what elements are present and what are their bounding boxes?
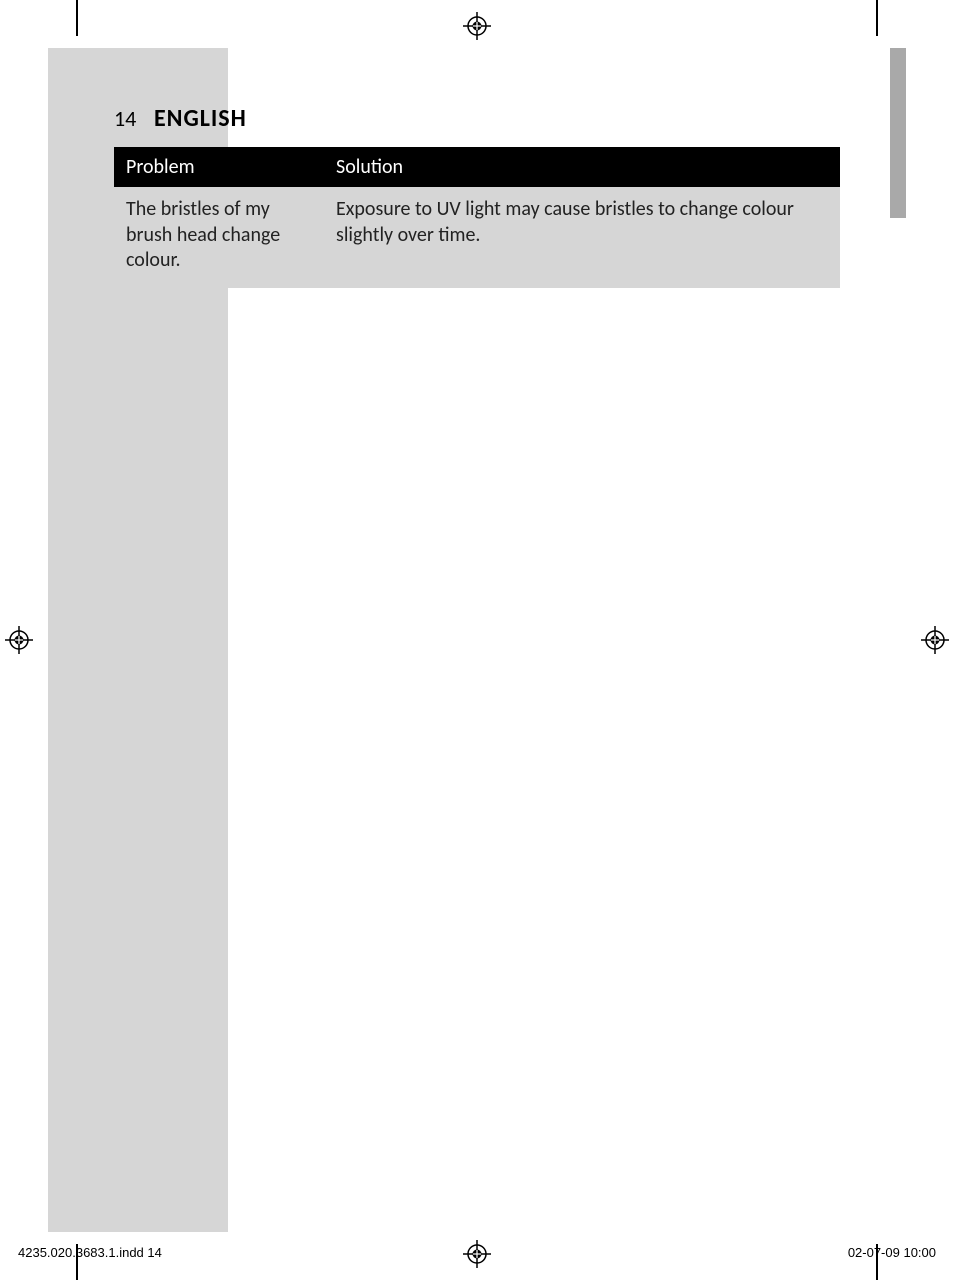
column-header-solution: Solution xyxy=(324,147,840,187)
crop-mark-top-left xyxy=(76,0,78,36)
cell-solution: Exposure to UV light may cause bristles … xyxy=(324,187,840,288)
footer-timestamp: 02-07-09 10:00 xyxy=(848,1245,936,1260)
table-header-row: Problem Solution xyxy=(114,147,840,187)
page-header: 14 ENGLISH xyxy=(114,104,840,133)
page-area: 14 ENGLISH Problem Solution The bristles… xyxy=(48,48,906,1232)
language-heading: ENGLISH xyxy=(154,104,247,133)
troubleshooting-table: Problem Solution The bristles of my brus… xyxy=(114,147,840,288)
registration-mark-icon xyxy=(463,12,491,40)
registration-mark-icon xyxy=(463,1240,491,1268)
footer-file-info: 4235.020.3683.1.indd 14 xyxy=(18,1245,162,1260)
cell-problem: The bristles of my brush head change col… xyxy=(114,187,324,288)
page-content: 14 ENGLISH Problem Solution The bristles… xyxy=(114,104,840,288)
table-row: The bristles of my brush head change col… xyxy=(114,187,840,288)
registration-mark-icon xyxy=(921,626,949,654)
column-header-problem: Problem xyxy=(114,147,324,187)
section-tab xyxy=(890,48,906,218)
crop-mark-top-right xyxy=(876,0,878,36)
registration-mark-icon xyxy=(5,626,33,654)
page-number: 14 xyxy=(114,105,136,132)
